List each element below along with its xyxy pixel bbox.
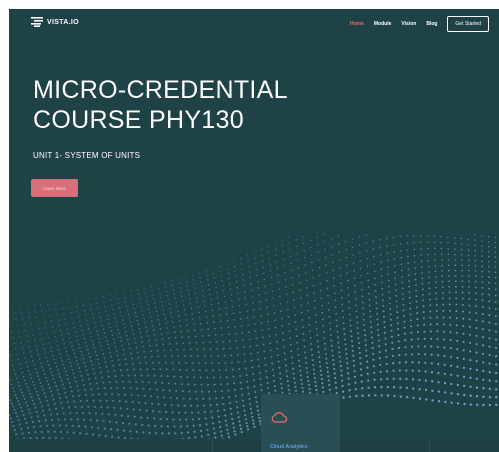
page-subtitle: UNIT 1- SYSTEM OF UNITS (33, 151, 141, 160)
card-label: Cloud Analytics (270, 444, 308, 450)
features-strip (9, 439, 499, 452)
hero-section: VISTA.IO Home Module Vision Blog Get Sta… (9, 9, 499, 452)
nav-link-blog[interactable]: Blog (426, 21, 437, 27)
nav-link-home[interactable]: Home (350, 21, 364, 27)
strip-divider (212, 439, 213, 452)
brand-logo[interactable]: VISTA.IO (31, 17, 79, 27)
title-line-1: MICRO-CREDENTIAL (33, 76, 288, 104)
learn-more-button[interactable]: Learn More (31, 179, 78, 197)
bars-logo-icon (31, 17, 43, 27)
nav-link-vision[interactable]: Vision (401, 21, 416, 27)
feature-card-cloud-analytics[interactable]: Cloud Analytics (261, 394, 340, 452)
page-title: MICRO-CREDENTIAL COURSE PHY130 (33, 75, 288, 135)
get-started-button[interactable]: Get Started (447, 16, 489, 32)
title-line-2: COURSE PHY130 (33, 106, 244, 134)
cloud-icon (271, 412, 287, 423)
nav-link-module[interactable]: Module (374, 21, 392, 27)
strip-divider (429, 439, 430, 452)
brand-name: VISTA.IO (47, 18, 79, 26)
top-navbar: VISTA.IO Home Module Vision Blog Get Sta… (9, 9, 499, 35)
nav-menu: Home Module Vision Blog Get Started (350, 16, 489, 32)
